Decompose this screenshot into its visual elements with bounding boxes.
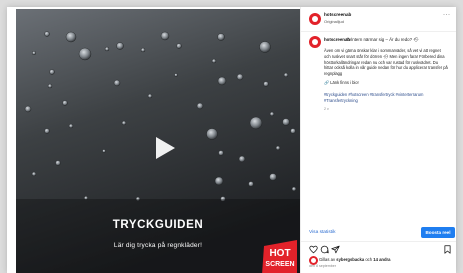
likes-user[interactable]: sybergsbacka xyxy=(336,257,364,262)
audio-label[interactable]: Originalljud xyxy=(324,19,344,24)
share-icon[interactable] xyxy=(331,245,340,254)
bookmark-icon[interactable] xyxy=(443,245,452,254)
reel-video[interactable]: TRYCKGUIDEN Lär dig trycka på regnkläder… xyxy=(16,9,300,273)
video-title: TRYCKGUIDEN xyxy=(112,219,204,231)
divider xyxy=(301,31,456,32)
caption-link-note: 🔗 Länk finns i bio! xyxy=(324,80,359,85)
caption-headline: #Vintern närmar sig – Är du redo? 🌧 xyxy=(346,37,419,42)
header-username[interactable]: hotscreenab xyxy=(324,12,351,17)
hotscreen-logo: HOT SCREEN xyxy=(262,240,297,273)
post-modal: TRYCKGUIDEN Lär dig trycka på regnkläder… xyxy=(7,7,456,273)
play-icon[interactable] xyxy=(154,136,176,160)
video-subtitle: Lär dig trycka på regnkläder! xyxy=(113,242,203,249)
caption-timestamp: 2 v xyxy=(324,107,329,111)
caption-body: Även om vi gärna önskar klar i sommarväd… xyxy=(324,48,448,77)
likes-connector: och xyxy=(365,257,373,262)
caption-hashtags[interactable]: #tryckguiden #hotscreen #transfertryck #… xyxy=(324,92,448,103)
view-insights-link[interactable]: Visa statistik xyxy=(309,230,336,235)
profile-avatar[interactable] xyxy=(309,13,321,25)
likes-prefix: Gillas av xyxy=(319,257,336,262)
comment-icon[interactable] xyxy=(320,245,329,254)
more-options-icon[interactable]: ··· xyxy=(443,12,451,18)
likes-summary[interactable]: Gillas av sybergsbacka och 14 andra xyxy=(319,257,391,262)
heart-icon[interactable] xyxy=(309,245,318,254)
boost-reel-button[interactable]: Boosta reel xyxy=(421,227,455,238)
caption-avatar[interactable] xyxy=(309,36,321,48)
svg-text:HOT: HOT xyxy=(269,248,290,259)
post-details-panel: hotscreenab Originalljud ··· hotscreenab… xyxy=(300,7,456,273)
likes-others[interactable]: 14 andra xyxy=(373,257,390,262)
divider xyxy=(301,241,456,242)
post-date: den 8 september xyxy=(309,264,336,268)
svg-text:SCREEN: SCREEN xyxy=(265,261,294,268)
